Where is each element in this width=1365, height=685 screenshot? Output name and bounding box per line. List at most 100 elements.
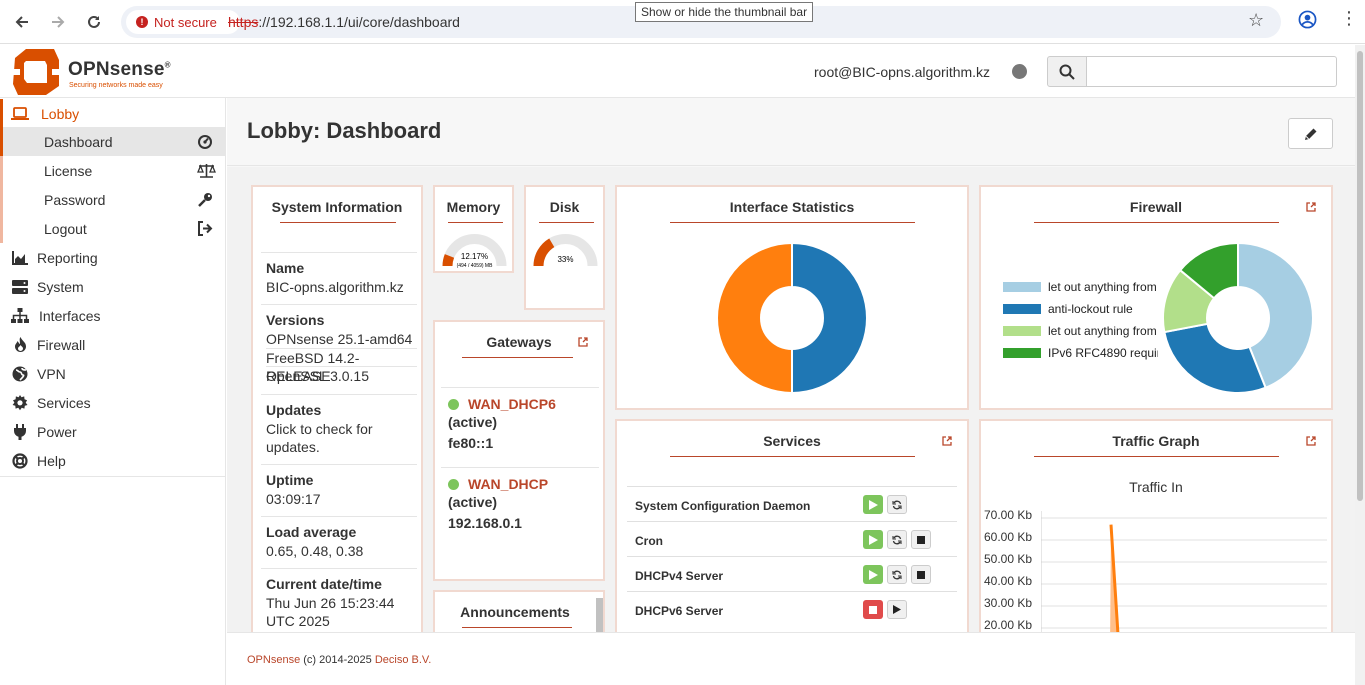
bookmark-star-icon[interactable]: ☆ — [1248, 10, 1264, 31]
sidebar-item-system[interactable]: System — [0, 272, 225, 301]
sidebar-item-vpn[interactable]: VPN — [0, 359, 225, 388]
sysinfo-versions-row: Versions OPNsense 25.1-amd64 FreeBSD 14.… — [261, 304, 417, 394]
announcements-scrollbar[interactable] — [596, 598, 603, 632]
interface-stat-slice[interactable] — [716, 242, 793, 394]
service-restart-button[interactable] — [887, 495, 907, 514]
sidebar-item-password[interactable]: Password — [0, 185, 225, 214]
sysinfo-key: Updates — [266, 402, 322, 418]
service-name: System Configuration Daemon — [635, 499, 811, 513]
title-underline — [670, 222, 915, 223]
page-title-bar: Lobby: Dashboard — [227, 98, 1355, 166]
sidebar-item-power[interactable]: Power — [0, 417, 225, 446]
server-icon — [11, 279, 29, 294]
widget-title: Firewall — [1129, 199, 1183, 215]
refresh-icon — [892, 535, 902, 544]
system-information-widget: System Information Name BIC-opns.algorit… — [251, 185, 423, 632]
search-button[interactable] — [1047, 56, 1087, 87]
opnsense-logo-icon[interactable] — [12, 48, 60, 96]
legend-item[interactable]: anti-lockout rule — [1003, 302, 1158, 316]
service-running-button[interactable] — [863, 530, 883, 549]
title-underline — [462, 357, 573, 358]
gateway-status: (active) — [448, 414, 498, 430]
footer-company-link[interactable]: Deciso B.V. — [375, 654, 431, 666]
legend-item[interactable]: let out anything from firewall host itse… — [1003, 324, 1158, 338]
check-updates-link[interactable]: Click to check for — [266, 420, 373, 438]
legend-item[interactable]: IPv6 RFC4890 requirements (ICMP) — [1003, 346, 1158, 360]
external-link-icon[interactable] — [578, 334, 588, 350]
gateway-name[interactable]: WAN_DHCP6 — [468, 396, 556, 412]
sidebar-item-help[interactable]: Help — [0, 446, 225, 475]
footer-brand-link[interactable]: OPNsense — [247, 654, 300, 666]
profile-icon[interactable] — [1298, 10, 1317, 34]
service-restart-button[interactable] — [887, 530, 907, 549]
sidebar-item-firewall[interactable]: Firewall — [0, 330, 225, 359]
back-button[interactable] — [9, 9, 35, 35]
cog-icon — [11, 394, 29, 411]
sysinfo-key: Name — [266, 260, 305, 276]
search-input[interactable] — [1087, 56, 1337, 87]
widget-title: Interface Statistics — [729, 199, 855, 215]
interface-stat-slice[interactable] — [791, 242, 868, 394]
arrow-right-icon — [52, 16, 65, 28]
sidebar-item-label: Firewall — [37, 336, 86, 353]
traffic-graph-widget: Traffic Graph Traffic In 70.00 Kb 60.00 … — [979, 419, 1333, 632]
security-chip[interactable]: ! Not secure — [126, 10, 240, 34]
external-link-icon[interactable] — [942, 433, 952, 449]
status-online-icon — [448, 399, 459, 410]
more-menu-icon[interactable]: ⋮ — [1340, 8, 1358, 29]
main-content: Lobby: Dashboard System Information Name… — [227, 98, 1355, 632]
widget-title: Memory — [446, 199, 501, 215]
external-link-icon[interactable] — [1306, 199, 1316, 215]
user-label[interactable]: root@BIC-opns.algorithm.kz — [814, 64, 990, 80]
sidebar-item-logout[interactable]: Logout — [0, 214, 225, 243]
sysinfo-value: Thu Jun 26 15:23:44 — [266, 595, 395, 611]
sidebar-item-dashboard[interactable]: Dashboard — [0, 127, 225, 156]
pencil-icon — [1304, 128, 1316, 140]
legend-item[interactable]: let out anything from firewall host itse… — [1003, 280, 1158, 294]
title-underline — [280, 222, 396, 223]
legend-label: let out anything from firewall host itse… — [1048, 280, 1158, 294]
legend-label: anti-lockout rule — [1048, 302, 1133, 316]
service-start-button[interactable] — [887, 600, 907, 619]
service-running-button[interactable] — [863, 565, 883, 584]
sidebar-item-license[interactable]: License — [0, 156, 225, 185]
dashboard-icon — [197, 134, 213, 153]
forward-button[interactable] — [45, 9, 71, 35]
sidebar-item-lobby[interactable]: Lobby — [0, 99, 225, 128]
system-status-indicator[interactable] — [1012, 64, 1027, 79]
check-updates-link[interactable]: updates. — [266, 438, 320, 456]
external-link-icon[interactable] — [1306, 433, 1316, 449]
service-stop-button[interactable] — [911, 530, 931, 549]
reload-button[interactable] — [81, 9, 107, 35]
widget-title: Traffic Graph — [1112, 433, 1200, 449]
status-online-icon — [448, 479, 459, 490]
sidebar-item-services[interactable]: Services — [0, 388, 225, 417]
sidebar-item-label: System — [37, 278, 84, 295]
sysinfo-value: UTC 2025 — [266, 613, 330, 629]
sidebar-item-label: Dashboard — [44, 133, 113, 150]
logout-icon — [197, 221, 214, 239]
footer: OPNsense (c) 2014-2025 Deciso B.V. — [227, 632, 1355, 685]
firewall-rule-slice[interactable] — [1163, 322, 1267, 394]
url-text[interactable]: https://192.168.1.1/ui/core/dashboard — [228, 14, 460, 30]
service-restart-button[interactable] — [887, 565, 907, 584]
service-stop-button[interactable] — [911, 565, 931, 584]
service-row: Cron — [627, 521, 957, 556]
service-stopped-button[interactable] — [863, 600, 883, 619]
sidebar-item-reporting[interactable]: Reporting — [0, 243, 225, 272]
edit-dashboard-button[interactable] — [1288, 118, 1333, 149]
sidebar-item-interfaces[interactable]: Interfaces — [0, 301, 225, 330]
sysinfo-value: OpenSSL 3.0.15 — [266, 366, 417, 385]
sidebar-item-label: Interfaces — [39, 307, 101, 324]
gateway-name[interactable]: WAN_DHCP — [468, 476, 548, 492]
sitemap-icon — [11, 308, 29, 323]
gateway-item: WAN_DHCP6 (active) fe80::1 — [448, 396, 556, 451]
sysinfo-name-row: Name BIC-opns.algorithm.kz — [261, 252, 417, 304]
service-running-button[interactable] — [863, 495, 883, 514]
area-chart-icon — [11, 250, 29, 265]
page-scrollbar[interactable] — [1355, 45, 1365, 685]
page-scrollbar-thumb[interactable] — [1357, 51, 1363, 501]
play-icon — [868, 569, 878, 580]
disk-widget: Disk 33% — [524, 185, 605, 310]
service-row: DHCPv4 Server — [627, 556, 957, 591]
